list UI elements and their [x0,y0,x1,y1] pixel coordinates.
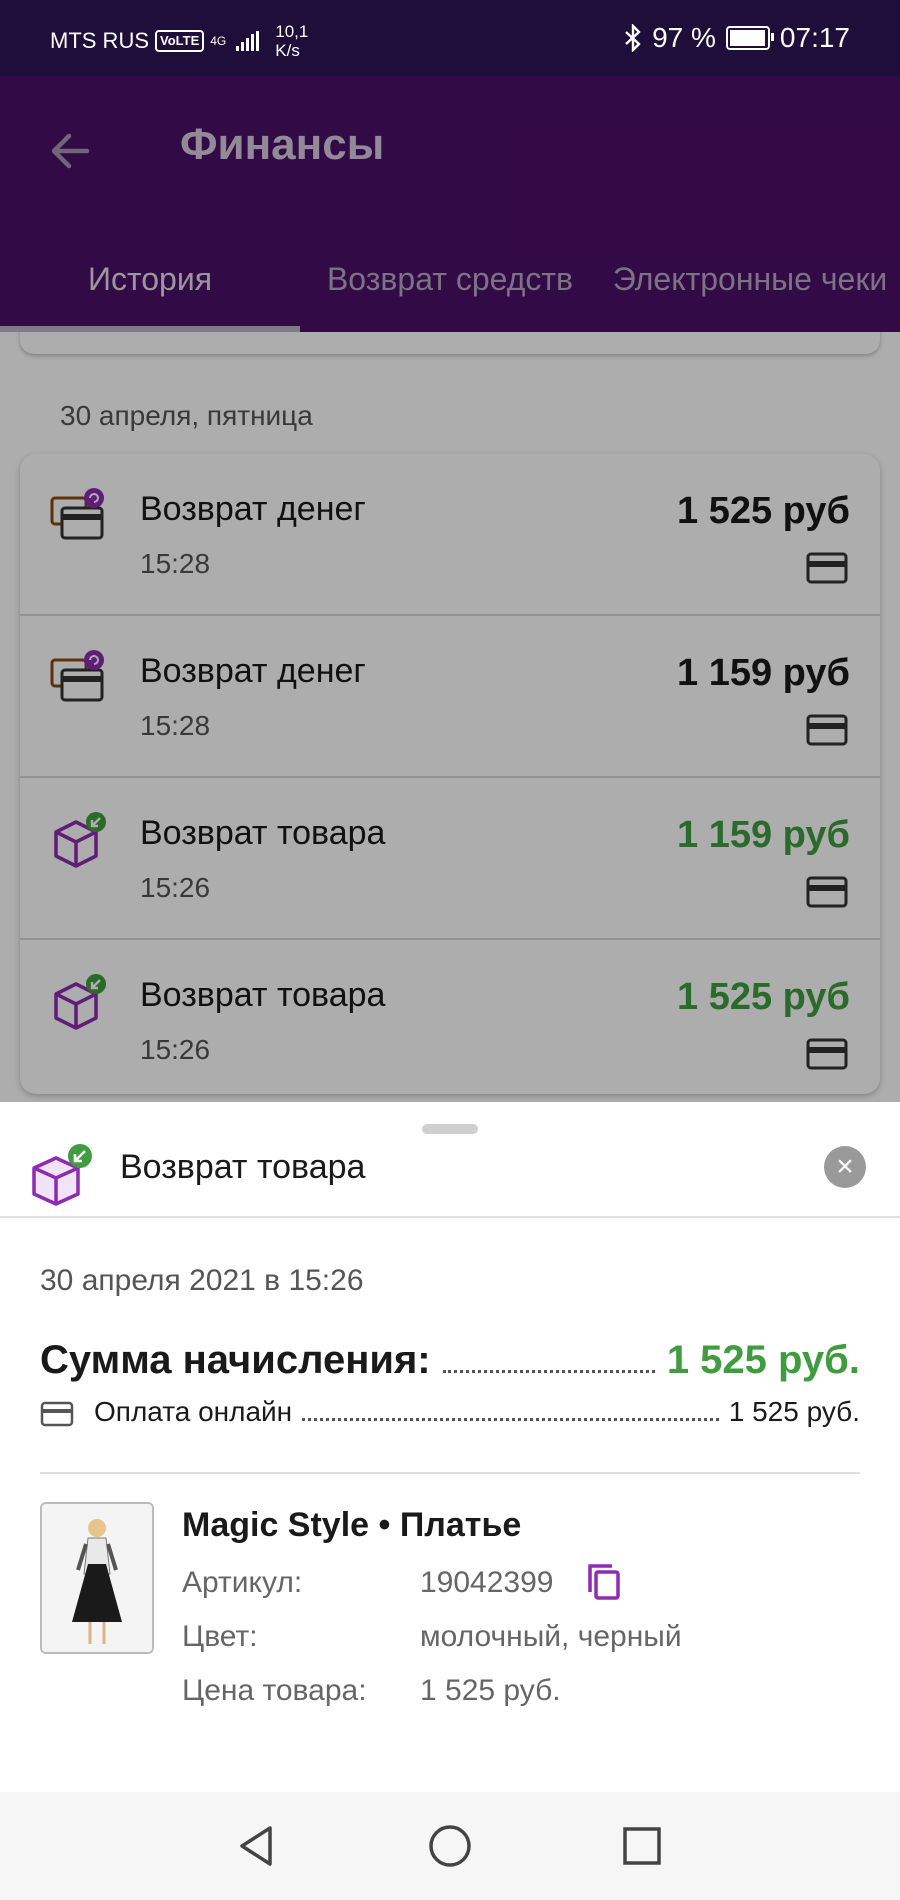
signal-icon [236,31,260,51]
transaction-time: 15:26 [140,1034,211,1065]
bank-card-icon [806,1038,848,1070]
transaction-row[interactable]: Возврат денег 15:28 1 525 руб [20,454,880,616]
payment-value: 1 525 руб. [728,1396,860,1427]
transaction-amount: 1 525 руб [677,490,850,532]
battery-icon [725,26,774,50]
triangle-back-icon [240,1826,272,1866]
sum-row: Сумма начисления: 1 525 руб. [40,1338,860,1384]
date-heading: 30 апреля, пятница [60,400,313,431]
divider [0,1216,900,1218]
carrier-name: MTS RUS [50,28,149,53]
clock: 07:17 [779,22,850,53]
tab-history[interactable]: История [0,226,300,332]
transaction-time: 15:26 [140,872,211,903]
payment-row: Оплата онлайн 1 525 руб. [40,1396,860,1432]
article-value: 19042399 [420,1566,554,1599]
dotted-leader [302,1396,719,1421]
close-button[interactable]: × [824,1146,866,1188]
page-title: Финансы [180,120,385,169]
transaction-row[interactable]: Возврат товара 15:26 1 159 руб [20,778,880,940]
copy-button[interactable] [584,1562,624,1602]
sheet-title: Возврат товара [120,1148,366,1186]
money-refund-icon [50,650,104,702]
divider [40,1472,860,1474]
battery-percent: 97 % [652,22,716,53]
money-refund-icon [50,488,104,540]
transaction-datetime: 30 апреля 2021 в 15:26 [40,1264,364,1297]
copy-icon [588,1564,620,1600]
product-name: Magic Style • Платье [182,1506,522,1544]
transaction-amount: 1 159 руб [677,814,850,856]
transaction-amount: 1 525 руб [677,976,850,1018]
bank-card-icon [40,1401,74,1427]
product-return-icon [54,974,106,1030]
product-return-icon [54,812,106,868]
network-type: 4G [210,34,227,48]
transaction-title: Возврат товара [140,976,386,1014]
status-left: MTS RUS VoLTE 4G 10,1 K/s [50,22,308,60]
sheet-drag-handle[interactable] [422,1124,478,1134]
transaction-title: Возврат денег [140,652,366,690]
network-speed: 10,1 K/s [275,22,309,60]
color-label: Цвет: [182,1620,258,1653]
status-bar: MTS RUS VoLTE 4G 10,1 K/s 97 % 07:17 [0,0,900,76]
article-label: Артикул: [182,1566,303,1599]
dress-photo-icon [42,1504,152,1652]
status-right: 97 % 07:17 [624,22,850,54]
price-value: 1 525 руб. [420,1674,561,1707]
tab-bar: История Возврат средств Электронные чеки [0,226,900,332]
nav-home-button[interactable] [426,1822,474,1870]
volte-badge: VoLTE [155,30,205,52]
arrow-left-icon [51,133,90,169]
sum-label: Сумма начисления: [40,1338,431,1382]
nav-back-button[interactable] [232,1822,280,1870]
transaction-row[interactable]: Возврат денег 15:28 1 159 руб [20,616,880,778]
previous-card [20,332,880,354]
nav-recents-button[interactable] [618,1822,666,1870]
bank-card-icon [806,714,848,746]
dotted-leader [442,1340,655,1373]
bank-card-icon [806,552,848,584]
tab-e-receipts[interactable]: Электронные чеки [600,226,900,332]
circle-home-icon [429,1825,471,1867]
transaction-time: 15:28 [140,548,211,579]
transaction-row[interactable]: Возврат товара 15:26 1 525 руб [20,940,880,1094]
transaction-amount: 1 159 руб [677,652,850,694]
color-value: молочный, черный [420,1620,682,1653]
product-image[interactable] [40,1502,154,1654]
close-icon: × [836,1150,854,1183]
bank-card-icon [806,876,848,908]
price-label: Цена товара: [182,1674,367,1707]
transaction-title: Возврат товара [140,814,386,852]
app-header: Финансы История Возврат средств Электрон… [0,76,900,332]
transaction-time: 15:28 [140,710,211,741]
payment-label: Оплата онлайн [94,1396,293,1427]
bluetooth-icon [625,24,641,52]
system-nav-bar [0,1792,900,1900]
history-list: 30 апреля, пятница Возврат денег 15:28 1… [0,332,900,1102]
sum-value: 1 525 руб. [666,1338,860,1382]
transaction-title: Возврат денег [140,490,366,528]
square-recents-icon [623,1827,661,1865]
transactions-card: Возврат денег 15:28 1 525 руб Возврат де… [20,454,880,1094]
back-button[interactable] [45,126,95,176]
product-return-icon [32,1144,92,1206]
transaction-detail-sheet: Возврат товара × 30 апреля 2021 в 15:26 … [0,1102,900,1792]
tab-refunds[interactable]: Возврат средств [300,226,600,332]
